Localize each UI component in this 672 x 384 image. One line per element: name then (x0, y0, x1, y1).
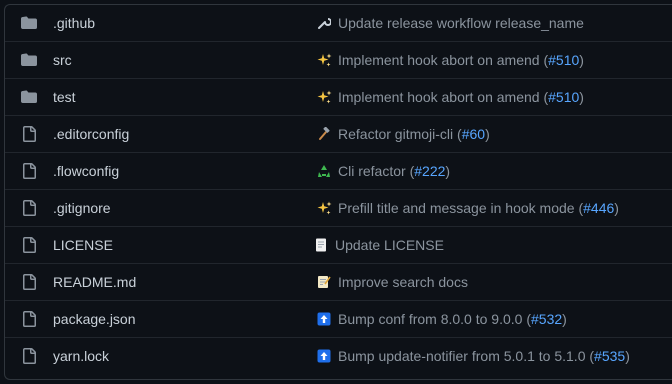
file-name-link[interactable]: .flowconfig (53, 163, 119, 179)
pr-link[interactable]: #532 (531, 311, 562, 327)
page-icon (313, 237, 329, 253)
folder-icon (21, 52, 37, 68)
file-name-link[interactable]: README.md (53, 274, 136, 290)
commit-info: Bump conf from 8.0.0 to 9.0.0 (#532) (316, 311, 567, 327)
pr-link[interactable]: #535 (594, 348, 625, 364)
hammer-icon (316, 126, 332, 142)
file-row[interactable]: LICENSE Update LICENSE (5, 226, 672, 263)
commit-info: Improve search docs (316, 274, 468, 290)
commit-info: Prefill title and message in hook mode (… (316, 200, 619, 216)
file-row[interactable]: src Implement hook abort on amend (#510) (5, 41, 672, 78)
file-row[interactable]: .flowconfig Cli refactor (#222) (5, 152, 672, 189)
commit-message-link[interactable]: Implement hook abort on amend (338, 52, 540, 68)
commit-message-link[interactable]: Improve search docs (338, 274, 468, 290)
file-icon (21, 237, 37, 253)
commit-message-link[interactable]: Implement hook abort on amend (338, 89, 540, 105)
file-name-link[interactable]: yarn.lock (53, 348, 109, 364)
commit-message-link[interactable]: Bump update-notifier from 5.0.1 to 5.1.0 (338, 348, 585, 364)
sparkles-icon (316, 200, 332, 216)
pr-link[interactable]: #222 (414, 163, 445, 179)
file-icon (21, 274, 37, 290)
sparkles-icon (316, 52, 332, 68)
commit-message-link[interactable]: Cli refactor (338, 163, 406, 179)
file-name-link[interactable]: src (53, 52, 72, 68)
file-name-link[interactable]: LICENSE (53, 237, 113, 253)
commit-info: Cli refactor (#222) (316, 163, 450, 179)
file-row[interactable]: .github Update release workflow release_… (5, 5, 672, 41)
file-row[interactable]: yarn.lock Bump update-notifier from 5.0.… (5, 337, 672, 374)
commit-info: Bump update-notifier from 5.0.1 to 5.1.0… (316, 348, 630, 364)
file-icon (21, 348, 37, 364)
pr-link[interactable]: #510 (548, 52, 579, 68)
arrow-up-icon (316, 348, 332, 364)
file-name-link[interactable]: package.json (53, 311, 136, 327)
sparkles-icon (316, 89, 332, 105)
commit-info: Implement hook abort on amend (#510) (316, 89, 584, 105)
commit-message-link[interactable]: Bump conf from 8.0.0 to 9.0.0 (338, 311, 522, 327)
file-row[interactable]: test Implement hook abort on amend (#510… (5, 78, 672, 115)
pr-link[interactable]: #510 (548, 89, 579, 105)
file-row[interactable]: README.md Improve search docs (5, 263, 672, 300)
commit-message-link[interactable]: Update release workflow release_name (338, 15, 584, 31)
arrow-up-icon (316, 311, 332, 327)
file-icon (21, 311, 37, 327)
commit-message-link[interactable]: Prefill title and message in hook mode (338, 200, 575, 216)
wrench-icon (316, 15, 332, 31)
folder-icon (21, 15, 37, 31)
commit-info: Implement hook abort on amend (#510) (316, 52, 584, 68)
folder-icon (21, 89, 37, 105)
file-list: .github Update release workflow release_… (4, 4, 672, 380)
file-name-link[interactable]: test (53, 89, 76, 105)
file-icon (21, 126, 37, 142)
file-icon (21, 163, 37, 179)
commit-message-link[interactable]: Refactor gitmoji-cli (338, 126, 453, 142)
file-row[interactable]: package.json Bump conf from 8.0.0 to 9.0… (5, 300, 672, 337)
recycle-icon (316, 163, 332, 179)
pr-link[interactable]: #446 (583, 200, 614, 216)
file-name-link[interactable]: .editorconfig (53, 126, 129, 142)
memo-icon (316, 274, 332, 290)
file-icon (21, 200, 37, 216)
pr-link[interactable]: #60 (462, 126, 485, 142)
commit-info: Update release workflow release_name (316, 15, 584, 31)
file-name-link[interactable]: .gitignore (53, 200, 111, 216)
commit-info: Refactor gitmoji-cli (#60) (316, 126, 490, 142)
file-row[interactable]: .gitignore Prefill title and message in … (5, 189, 672, 226)
commit-message-link[interactable]: Update LICENSE (335, 237, 444, 253)
file-name-link[interactable]: .github (53, 15, 95, 31)
file-row[interactable]: .editorconfig Refactor gitmoji-cli (#60) (5, 115, 672, 152)
commit-info: Update LICENSE (313, 237, 444, 253)
